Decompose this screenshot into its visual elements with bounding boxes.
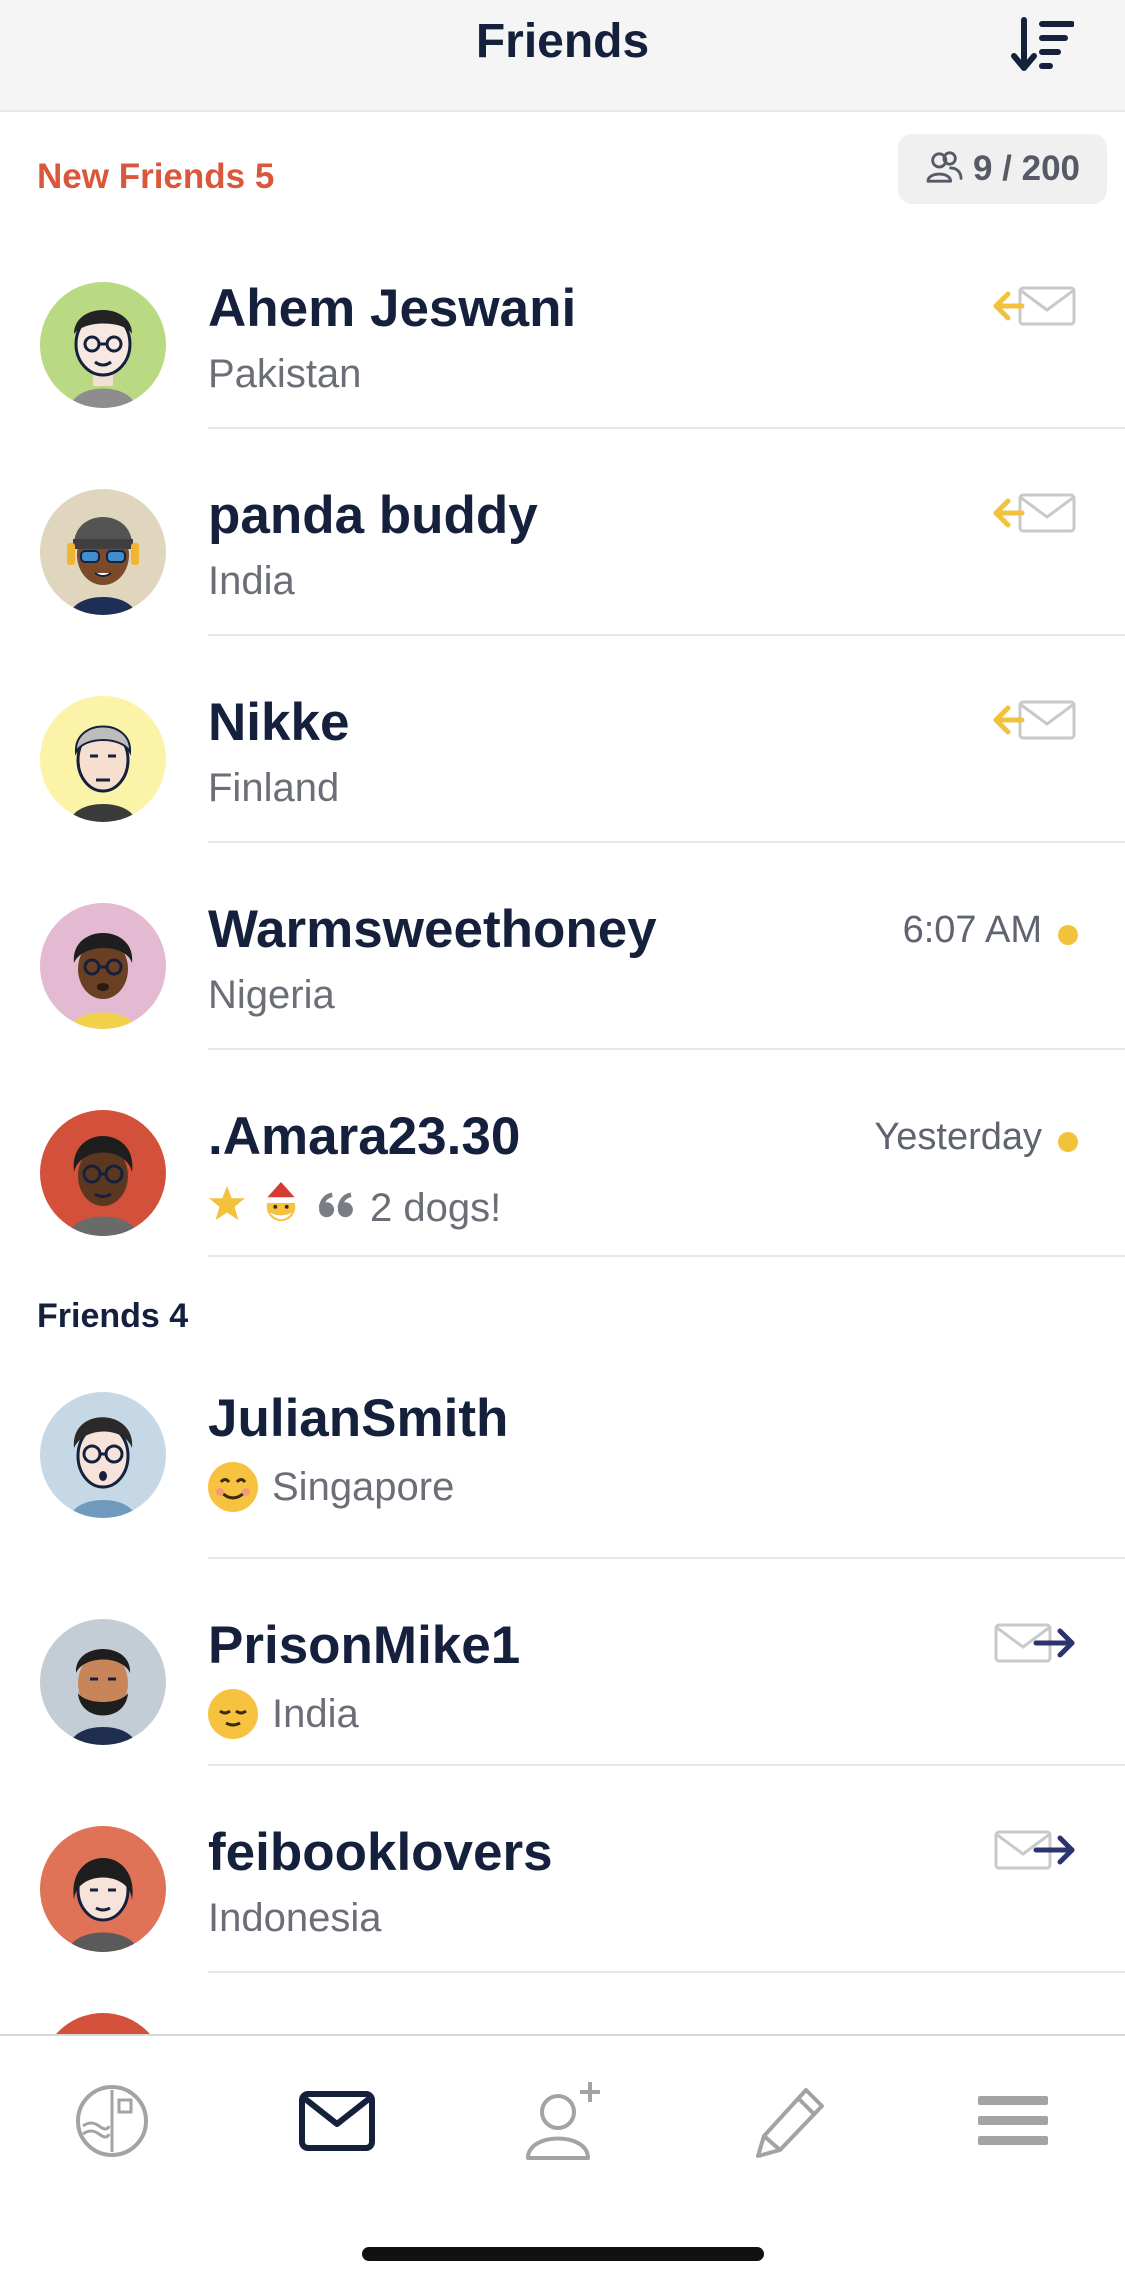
new-friends-section-label: New Friends 5 — [37, 157, 275, 196]
friend-subline: Nigeria — [208, 973, 335, 1018]
envelope-icon[interactable] — [292, 2076, 382, 2166]
friend-subline: Singapore — [208, 1462, 454, 1512]
friend-status-text: 2 dogs! — [370, 1185, 502, 1230]
avatar — [40, 903, 166, 1029]
outgoing-letter-icon — [992, 1621, 1078, 1665]
friend-name: PrisonMike1 — [208, 1616, 521, 1675]
avatar — [40, 2013, 166, 2034]
friends-section-label: Friends 4 — [37, 1297, 189, 1335]
friend-country: Pakistan — [208, 352, 362, 396]
incoming-letter-icon — [992, 698, 1078, 742]
add-person-icon[interactable] — [518, 2076, 608, 2166]
friend-row-partial[interactable] — [0, 1973, 1125, 2034]
avatar — [40, 1826, 166, 1952]
friend-subline: India — [208, 1689, 359, 1739]
friend-subline: India — [208, 559, 295, 604]
incoming-letter-icon — [992, 284, 1078, 328]
friend-name: JulianSmith — [208, 1389, 509, 1448]
friend-country: Singapore — [272, 1464, 455, 1509]
friend-row-panda-buddy[interactable]: panda buddy India — [0, 429, 1125, 636]
friend-row-prisonmike1[interactable]: PrisonMike1 India — [0, 1559, 1125, 1766]
friend-country: Indonesia — [208, 1896, 382, 1940]
relieved-face-icon — [208, 1689, 258, 1739]
friend-subline: 2 dogs! — [208, 1180, 501, 1236]
friend-country: India — [208, 559, 295, 603]
row-divider — [208, 1255, 1125, 1257]
friend-country: Nigeria — [208, 973, 335, 1017]
friend-name: Ahem Jeswani — [208, 279, 577, 338]
friend-row-amara[interactable]: .Amara23.30 2 dogs! Yesterday — [0, 1050, 1125, 1257]
quote-icon — [316, 1186, 356, 1231]
avatar — [40, 696, 166, 822]
friend-row-feibooklovers[interactable]: feibooklovers Indonesia — [0, 1766, 1125, 1973]
friend-name: .Amara23.30 — [208, 1107, 521, 1166]
stamp-icon[interactable] — [67, 2076, 157, 2166]
top-bar: Friends — [0, 0, 1125, 112]
hamburger-menu-icon[interactable] — [968, 2076, 1058, 2166]
outgoing-letter-icon — [992, 1828, 1078, 1872]
unread-dot — [1058, 1132, 1078, 1152]
last-message-time: Yesterday — [874, 1116, 1042, 1158]
friend-subline: Pakistan — [208, 352, 361, 397]
pencil-icon[interactable] — [744, 2076, 834, 2166]
avatar — [40, 1110, 166, 1236]
avatar — [40, 1392, 166, 1518]
friend-subline: Indonesia — [208, 1896, 381, 1941]
sort-descending-icon[interactable] — [1010, 16, 1075, 76]
friend-row-nikke[interactable]: Nikke Finland — [0, 636, 1125, 843]
friend-capacity-badge: 9 / 200 — [898, 134, 1107, 204]
star-icon — [208, 1184, 246, 1232]
friend-subline: Finland — [208, 766, 339, 811]
avatar — [40, 1619, 166, 1745]
unread-dot — [1058, 925, 1078, 945]
friend-country: Finland — [208, 766, 340, 810]
home-indicator[interactable] — [362, 2247, 764, 2261]
friend-name: panda buddy — [208, 486, 538, 545]
avatar — [40, 489, 166, 615]
friend-capacity-count: 9 / 200 — [972, 149, 1081, 188]
friend-country: India — [272, 1691, 359, 1736]
people-icon — [925, 150, 963, 189]
avatar — [40, 282, 166, 408]
friend-row-warmsweethoney[interactable]: Warmsweethoney Nigeria 6:07 AM — [0, 843, 1125, 1050]
smiling-face-icon — [208, 1462, 258, 1512]
last-message-time: 6:07 AM — [902, 909, 1042, 951]
incoming-letter-icon — [992, 491, 1078, 535]
friend-name: Warmsweethoney — [208, 900, 657, 959]
friend-row-ahem-jeswani[interactable]: Ahem Jeswani Pakistan — [0, 222, 1125, 429]
santa-emoji-icon — [260, 1180, 302, 1236]
friend-row-juliansmith[interactable]: JulianSmith Singapore — [0, 1352, 1125, 1559]
friend-name: Nikke — [208, 693, 350, 752]
friend-name: feibooklovers — [208, 1823, 553, 1882]
page-title: Friends — [475, 15, 650, 68]
